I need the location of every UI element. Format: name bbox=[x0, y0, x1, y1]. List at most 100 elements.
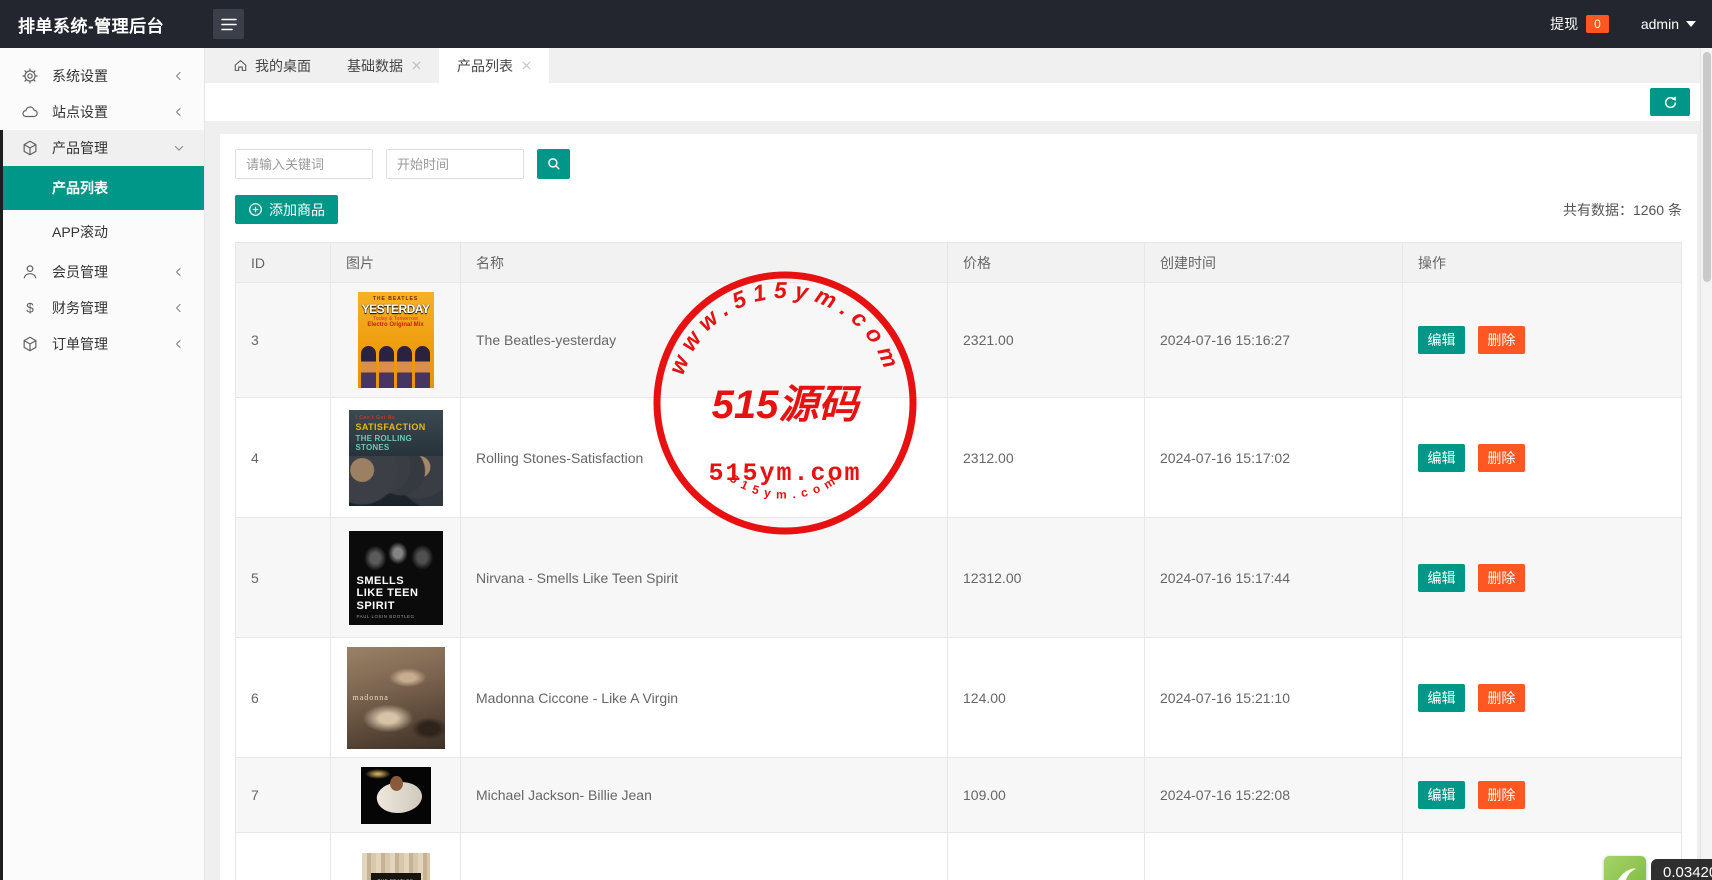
withdraw-menu[interactable]: 提现 0 bbox=[1550, 14, 1609, 34]
cell-actions: 编辑 删除 bbox=[1403, 283, 1682, 398]
toolbar bbox=[205, 83, 1712, 121]
cell-price: 12312.00 bbox=[948, 518, 1145, 638]
sidebar-item-label: 站点设置 bbox=[52, 102, 108, 122]
scrollbar-thumb[interactable] bbox=[1703, 52, 1711, 282]
album-art-figures bbox=[360, 346, 432, 388]
chevron-down-icon bbox=[1686, 21, 1696, 27]
filter-row bbox=[235, 149, 1682, 179]
svg-text:$: $ bbox=[26, 301, 34, 316]
cell-created: 2024-07-16 15:17:44 bbox=[1145, 518, 1403, 638]
refresh-button[interactable] bbox=[1650, 88, 1690, 116]
cell-actions: 编辑 删除 bbox=[1403, 398, 1682, 518]
sidebar-toggle-button[interactable] bbox=[213, 9, 244, 39]
cell-name: Rolling Stones-Satisfaction bbox=[461, 398, 948, 518]
column-header-image: 图片 bbox=[331, 243, 461, 283]
product-table: ID 图片 名称 价格 创建时间 操作 3 bbox=[235, 242, 1682, 880]
album-thumbnail-beatles-hits: THE BEATLES bbox=[362, 853, 430, 880]
actions-row: 添加商品 共有数据：1260 条 bbox=[235, 195, 1682, 224]
tab-bar: 我的桌面 基础数据 产品列表 bbox=[205, 48, 1712, 83]
app-title: 排单系统-管理后台 bbox=[0, 12, 205, 37]
app-window: 排单系统-管理后台 提现 0 admin bbox=[0, 0, 1712, 880]
cell-actions: 编辑 删除 bbox=[1403, 638, 1682, 758]
album-text: SMELLS bbox=[357, 575, 435, 588]
withdraw-label: 提现 bbox=[1550, 14, 1578, 34]
cell-image bbox=[331, 758, 461, 833]
delete-button[interactable]: 删除 bbox=[1478, 564, 1525, 592]
cell-price: 124.00 bbox=[948, 638, 1145, 758]
cloud-icon bbox=[20, 102, 40, 122]
cell-id: 4 bbox=[236, 398, 331, 518]
delete-button[interactable]: 删除 bbox=[1478, 781, 1525, 809]
user-menu[interactable]: admin bbox=[1641, 16, 1696, 32]
user-icon bbox=[20, 262, 40, 282]
dollar-icon: $ bbox=[20, 298, 40, 318]
album-art-figures bbox=[390, 776, 403, 791]
close-icon[interactable] bbox=[522, 61, 531, 70]
gear-icon bbox=[20, 66, 40, 86]
album-thumbnail-teen-spirit: SMELLS LIKE TEEN SPIRIT PAUL LOSIN BOOTL… bbox=[349, 531, 443, 625]
cell-created: 2024-07-16 15:17:02 bbox=[1145, 398, 1403, 518]
header-right-menu: 提现 0 admin bbox=[1550, 14, 1712, 34]
album-text: THE BEATLES bbox=[358, 292, 434, 302]
cell-name: Madonna Ciccone - Like A Virgin bbox=[461, 638, 948, 758]
cell-image: I Can't Get No SATISFACTION THE ROLLING … bbox=[331, 398, 461, 518]
sidebar-item-system-settings[interactable]: 系统设置 bbox=[0, 58, 204, 94]
album-text: Electro Original Mix bbox=[358, 322, 434, 328]
cell-name: The Beatles-yesterday bbox=[461, 283, 948, 398]
chevron-left-icon bbox=[172, 105, 186, 119]
cell-actions: 编辑 删除 bbox=[1403, 758, 1682, 833]
sidebar-subitem-label: APP滚动 bbox=[52, 222, 108, 242]
sidebar-item-member-management[interactable]: 会员管理 bbox=[0, 254, 204, 290]
cell-price bbox=[948, 833, 1145, 880]
edit-button[interactable]: 编辑 bbox=[1418, 564, 1465, 592]
keyword-input[interactable] bbox=[235, 149, 373, 179]
cell-image: madonna bbox=[331, 638, 461, 758]
table-row: 7 Michael Jackson- Billie Jean 109.00 bbox=[236, 758, 1682, 833]
cell-name: Michael Jackson- Billie Jean bbox=[461, 758, 948, 833]
edit-button[interactable]: 编辑 bbox=[1418, 444, 1465, 472]
column-header-name: 名称 bbox=[461, 243, 948, 283]
tab-my-desktop[interactable]: 我的桌面 bbox=[215, 48, 329, 83]
thinkphp-logo-icon bbox=[1604, 856, 1646, 880]
edit-button[interactable]: 编辑 bbox=[1418, 684, 1465, 712]
cell-price: 2321.00 bbox=[948, 283, 1145, 398]
delete-button[interactable]: 删除 bbox=[1478, 684, 1525, 712]
delete-button[interactable]: 删除 bbox=[1478, 326, 1525, 354]
sidebar-item-site-settings[interactable]: 站点设置 bbox=[0, 94, 204, 130]
chevron-left-icon bbox=[172, 265, 186, 279]
trace-bar[interactable]: 0.034207s bbox=[1604, 856, 1712, 880]
album-text: PAUL LOSIN BOOTLEG bbox=[357, 614, 435, 619]
home-icon bbox=[233, 58, 248, 73]
sidebar-item-product-management[interactable]: 产品管理 bbox=[0, 130, 204, 166]
top-header: 排单系统-管理后台 提现 0 admin bbox=[0, 0, 1712, 48]
cell-name: Nirvana - Smells Like Teen Spirit bbox=[461, 518, 948, 638]
tab-basic-data[interactable]: 基础数据 bbox=[329, 48, 439, 83]
column-header-created: 创建时间 bbox=[1145, 243, 1403, 283]
sidebar-item-order-management[interactable]: 订单管理 bbox=[0, 326, 204, 362]
album-art-figures bbox=[365, 769, 391, 779]
sidebar-subitem-app-scroll[interactable]: APP滚动 bbox=[0, 210, 204, 254]
edit-button[interactable]: 编辑 bbox=[1418, 326, 1465, 354]
album-text: YESTERDAY bbox=[358, 302, 434, 316]
album-text: THE BEATLES bbox=[371, 873, 421, 880]
tab-product-list[interactable]: 产品列表 bbox=[439, 48, 549, 83]
album-text: LIKE TEEN bbox=[357, 587, 435, 600]
table-row: 5 SMELLS LIKE TEEN SPIRIT PAUL LOSIN BOO… bbox=[236, 518, 1682, 638]
sidebar-subitem-product-list[interactable]: 产品列表 bbox=[0, 166, 204, 210]
start-time-input[interactable] bbox=[386, 149, 524, 179]
sidebar-item-label: 会员管理 bbox=[52, 262, 108, 282]
trace-time: 0.034207s bbox=[1651, 859, 1712, 880]
column-header-actions: 操作 bbox=[1403, 243, 1682, 283]
cube-icon bbox=[20, 334, 40, 354]
cell-created: 2024-07-16 15:16:27 bbox=[1145, 283, 1403, 398]
add-product-button[interactable]: 添加商品 bbox=[235, 195, 338, 224]
close-icon[interactable] bbox=[412, 61, 421, 70]
hamburger-icon bbox=[221, 18, 237, 31]
edit-button[interactable]: 编辑 bbox=[1418, 781, 1465, 809]
scrollbar-track[interactable] bbox=[1700, 48, 1712, 880]
cube-icon bbox=[20, 138, 40, 158]
search-button[interactable] bbox=[537, 149, 570, 179]
table-row: 6 madonna Madonna Ciccone - Like A Virgi… bbox=[236, 638, 1682, 758]
delete-button[interactable]: 删除 bbox=[1478, 444, 1525, 472]
sidebar-item-finance-management[interactable]: $ 财务管理 bbox=[0, 290, 204, 326]
